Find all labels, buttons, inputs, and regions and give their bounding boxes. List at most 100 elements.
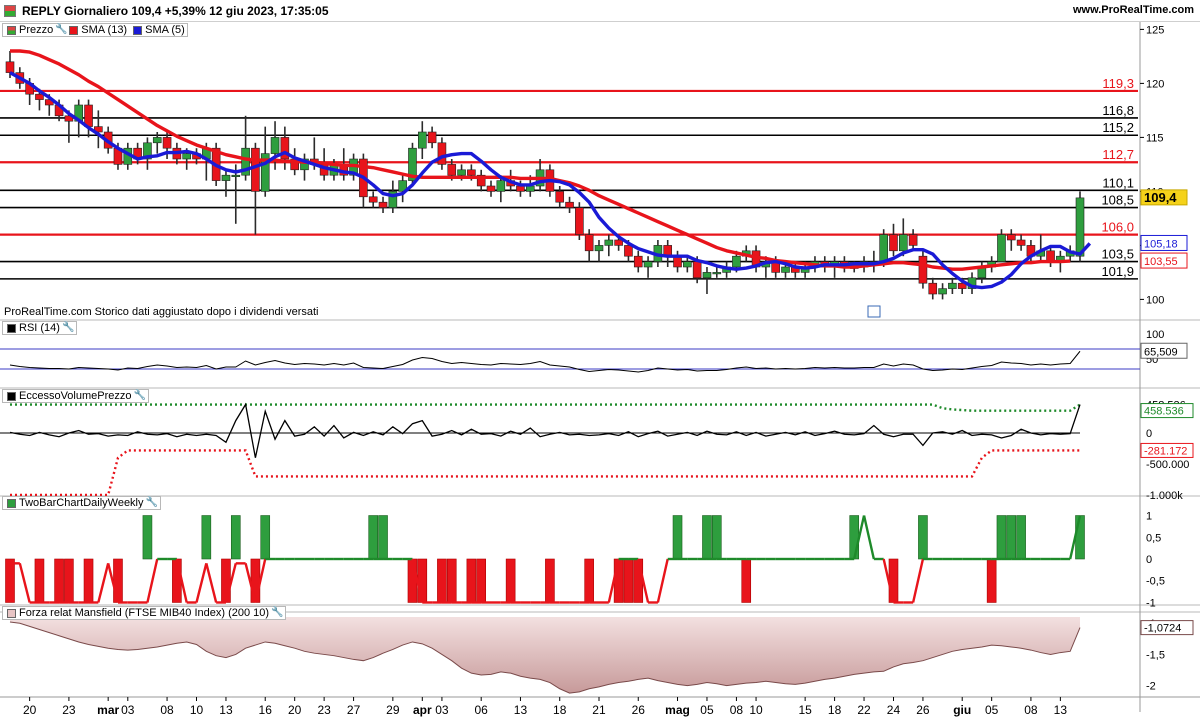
chart-type-icon[interactable] — [4, 5, 16, 17]
evp-legend[interactable]: EccessoVolumePrezzo 🔧 — [2, 389, 149, 403]
data-note: ProRealTime.com Storico dati aggiustato … — [4, 306, 319, 318]
y-tick-label: -1 — [1146, 597, 1156, 609]
wrench-icon[interactable]: 🔧 — [134, 391, 146, 401]
rsi-legend[interactable]: RSI (14) 🔧 — [2, 321, 77, 335]
tbc-bar-up — [711, 515, 722, 560]
x-tick-label: apr — [413, 703, 432, 717]
tbc-bar-down — [221, 558, 231, 603]
tbc-signal-line — [97, 563, 110, 603]
candle-down — [908, 234, 918, 246]
tbc-bar-down — [83, 558, 94, 603]
candle-up — [221, 174, 231, 181]
mansfield-legend-label: Forza relat Mansfield (FTSE MIB40 Index)… — [19, 607, 270, 619]
mansfield-area — [10, 617, 1080, 694]
x-tick-label: 13 — [219, 703, 233, 717]
evp-low-label: -281.172 — [1144, 445, 1187, 457]
y-tick-label: -2 — [1146, 681, 1156, 693]
candle-up — [182, 153, 191, 160]
candle-down — [889, 234, 898, 252]
candle-up — [525, 185, 535, 192]
y-tick-label: 115 — [1146, 132, 1164, 144]
candle-up — [948, 282, 957, 289]
x-tick-label: 03 — [121, 703, 135, 717]
y-tick-label: 100 — [1146, 329, 1164, 341]
candle-down — [5, 61, 15, 73]
y-tick-label: 100 — [1146, 294, 1164, 306]
wrench-icon[interactable]: 🔧 — [55, 25, 67, 35]
y-tick-label: 0 — [1146, 554, 1152, 566]
tbc-legend[interactable]: TwoBarChartDailyWeekly 🔧 — [2, 496, 161, 510]
mansfield-legend[interactable]: Forza relat Mansfield (FTSE MIB40 Index)… — [2, 606, 287, 620]
candle-up — [604, 239, 614, 246]
tbc-bar-up — [702, 515, 712, 560]
y-tick-label: -1.000k — [1146, 490, 1183, 502]
tbc-bar-up — [230, 515, 241, 560]
tbc-bar-down — [437, 558, 447, 603]
tbc-bar-down — [446, 558, 457, 603]
x-tick-label: 13 — [514, 703, 528, 717]
candle-down — [486, 185, 496, 192]
candle-down — [251, 147, 260, 192]
x-tick-label: 20 — [288, 703, 302, 717]
evp-lower-band — [10, 449, 1080, 497]
tbc-bar-down — [633, 558, 644, 603]
candle-down — [584, 234, 594, 252]
chart-title: REPLY Giornaliero 109,4 +5,39% 12 giu 20… — [22, 4, 329, 18]
x-tick-label: 05 — [700, 703, 714, 717]
level-label: 101,9 — [1101, 264, 1134, 279]
candle-down — [633, 255, 643, 268]
x-tick-label: mar — [97, 703, 119, 717]
tbc-signal-line — [146, 558, 159, 603]
x-tick-label: 22 — [857, 703, 871, 717]
wrench-icon[interactable]: 🔧 — [146, 498, 158, 508]
level-label: 108,5 — [1101, 193, 1134, 208]
price-tag-label: 103,55 — [1144, 256, 1178, 268]
x-tick-label: mag — [665, 703, 690, 717]
candle-up — [643, 261, 653, 268]
tbc-signal-line — [656, 558, 669, 603]
candle-down — [35, 93, 44, 100]
tbc-bar-down — [407, 558, 418, 603]
tbc-bar-down — [888, 558, 899, 603]
level-label: 106,0 — [1101, 220, 1134, 235]
evp-legend-label: EccessoVolumePrezzo — [19, 390, 132, 402]
tbc-bar-up — [849, 515, 860, 560]
tbc-swatch-icon — [7, 498, 16, 508]
level-label: 115,2 — [1102, 120, 1134, 135]
x-tick-label: 26 — [916, 703, 930, 717]
rsi-swatch-icon — [7, 323, 16, 333]
candle-down — [427, 131, 437, 144]
price-swatch-icon — [7, 25, 16, 35]
tbc-bar-down — [54, 558, 64, 603]
x-tick-label: 27 — [347, 703, 361, 717]
candle-down — [1006, 234, 1016, 241]
candle-up — [683, 261, 692, 268]
tbc-bar-down — [505, 558, 516, 603]
tbc-bar-up — [260, 515, 271, 560]
candle-up — [457, 169, 466, 176]
tbc-bar-down — [613, 558, 624, 603]
tbc-bar-down — [476, 558, 486, 603]
site-link[interactable]: www.ProRealTime.com — [1073, 4, 1194, 16]
x-tick-label: 20 — [23, 703, 37, 717]
tbc-bar-down — [466, 558, 477, 603]
tbc-bar-down — [34, 558, 45, 603]
wrench-icon[interactable]: 🔧 — [271, 608, 283, 618]
x-tick-label: 10 — [749, 703, 763, 717]
price-tag-label: 105,18 — [1144, 238, 1178, 250]
x-tick-label: 18 — [828, 703, 842, 717]
evp-upper-band — [10, 403, 1081, 412]
x-tick-label: 10 — [190, 703, 204, 717]
x-tick-label: 23 — [62, 703, 76, 717]
candle-up — [1075, 197, 1085, 257]
tbc-bar-down — [584, 558, 594, 603]
y-tick-label: 0 — [1146, 428, 1152, 440]
candle-up — [938, 288, 947, 295]
level-label: 119,3 — [1102, 76, 1134, 91]
wrench-icon[interactable]: 🔧 — [62, 323, 74, 333]
price-tag-label: 109,4 — [1144, 190, 1177, 205]
price-legend[interactable]: Prezzo 🔧 SMA (13) SMA (5) — [2, 23, 188, 37]
candle-up — [997, 234, 1006, 262]
candle-down — [368, 196, 378, 203]
sma5-line — [9, 71, 1092, 290]
